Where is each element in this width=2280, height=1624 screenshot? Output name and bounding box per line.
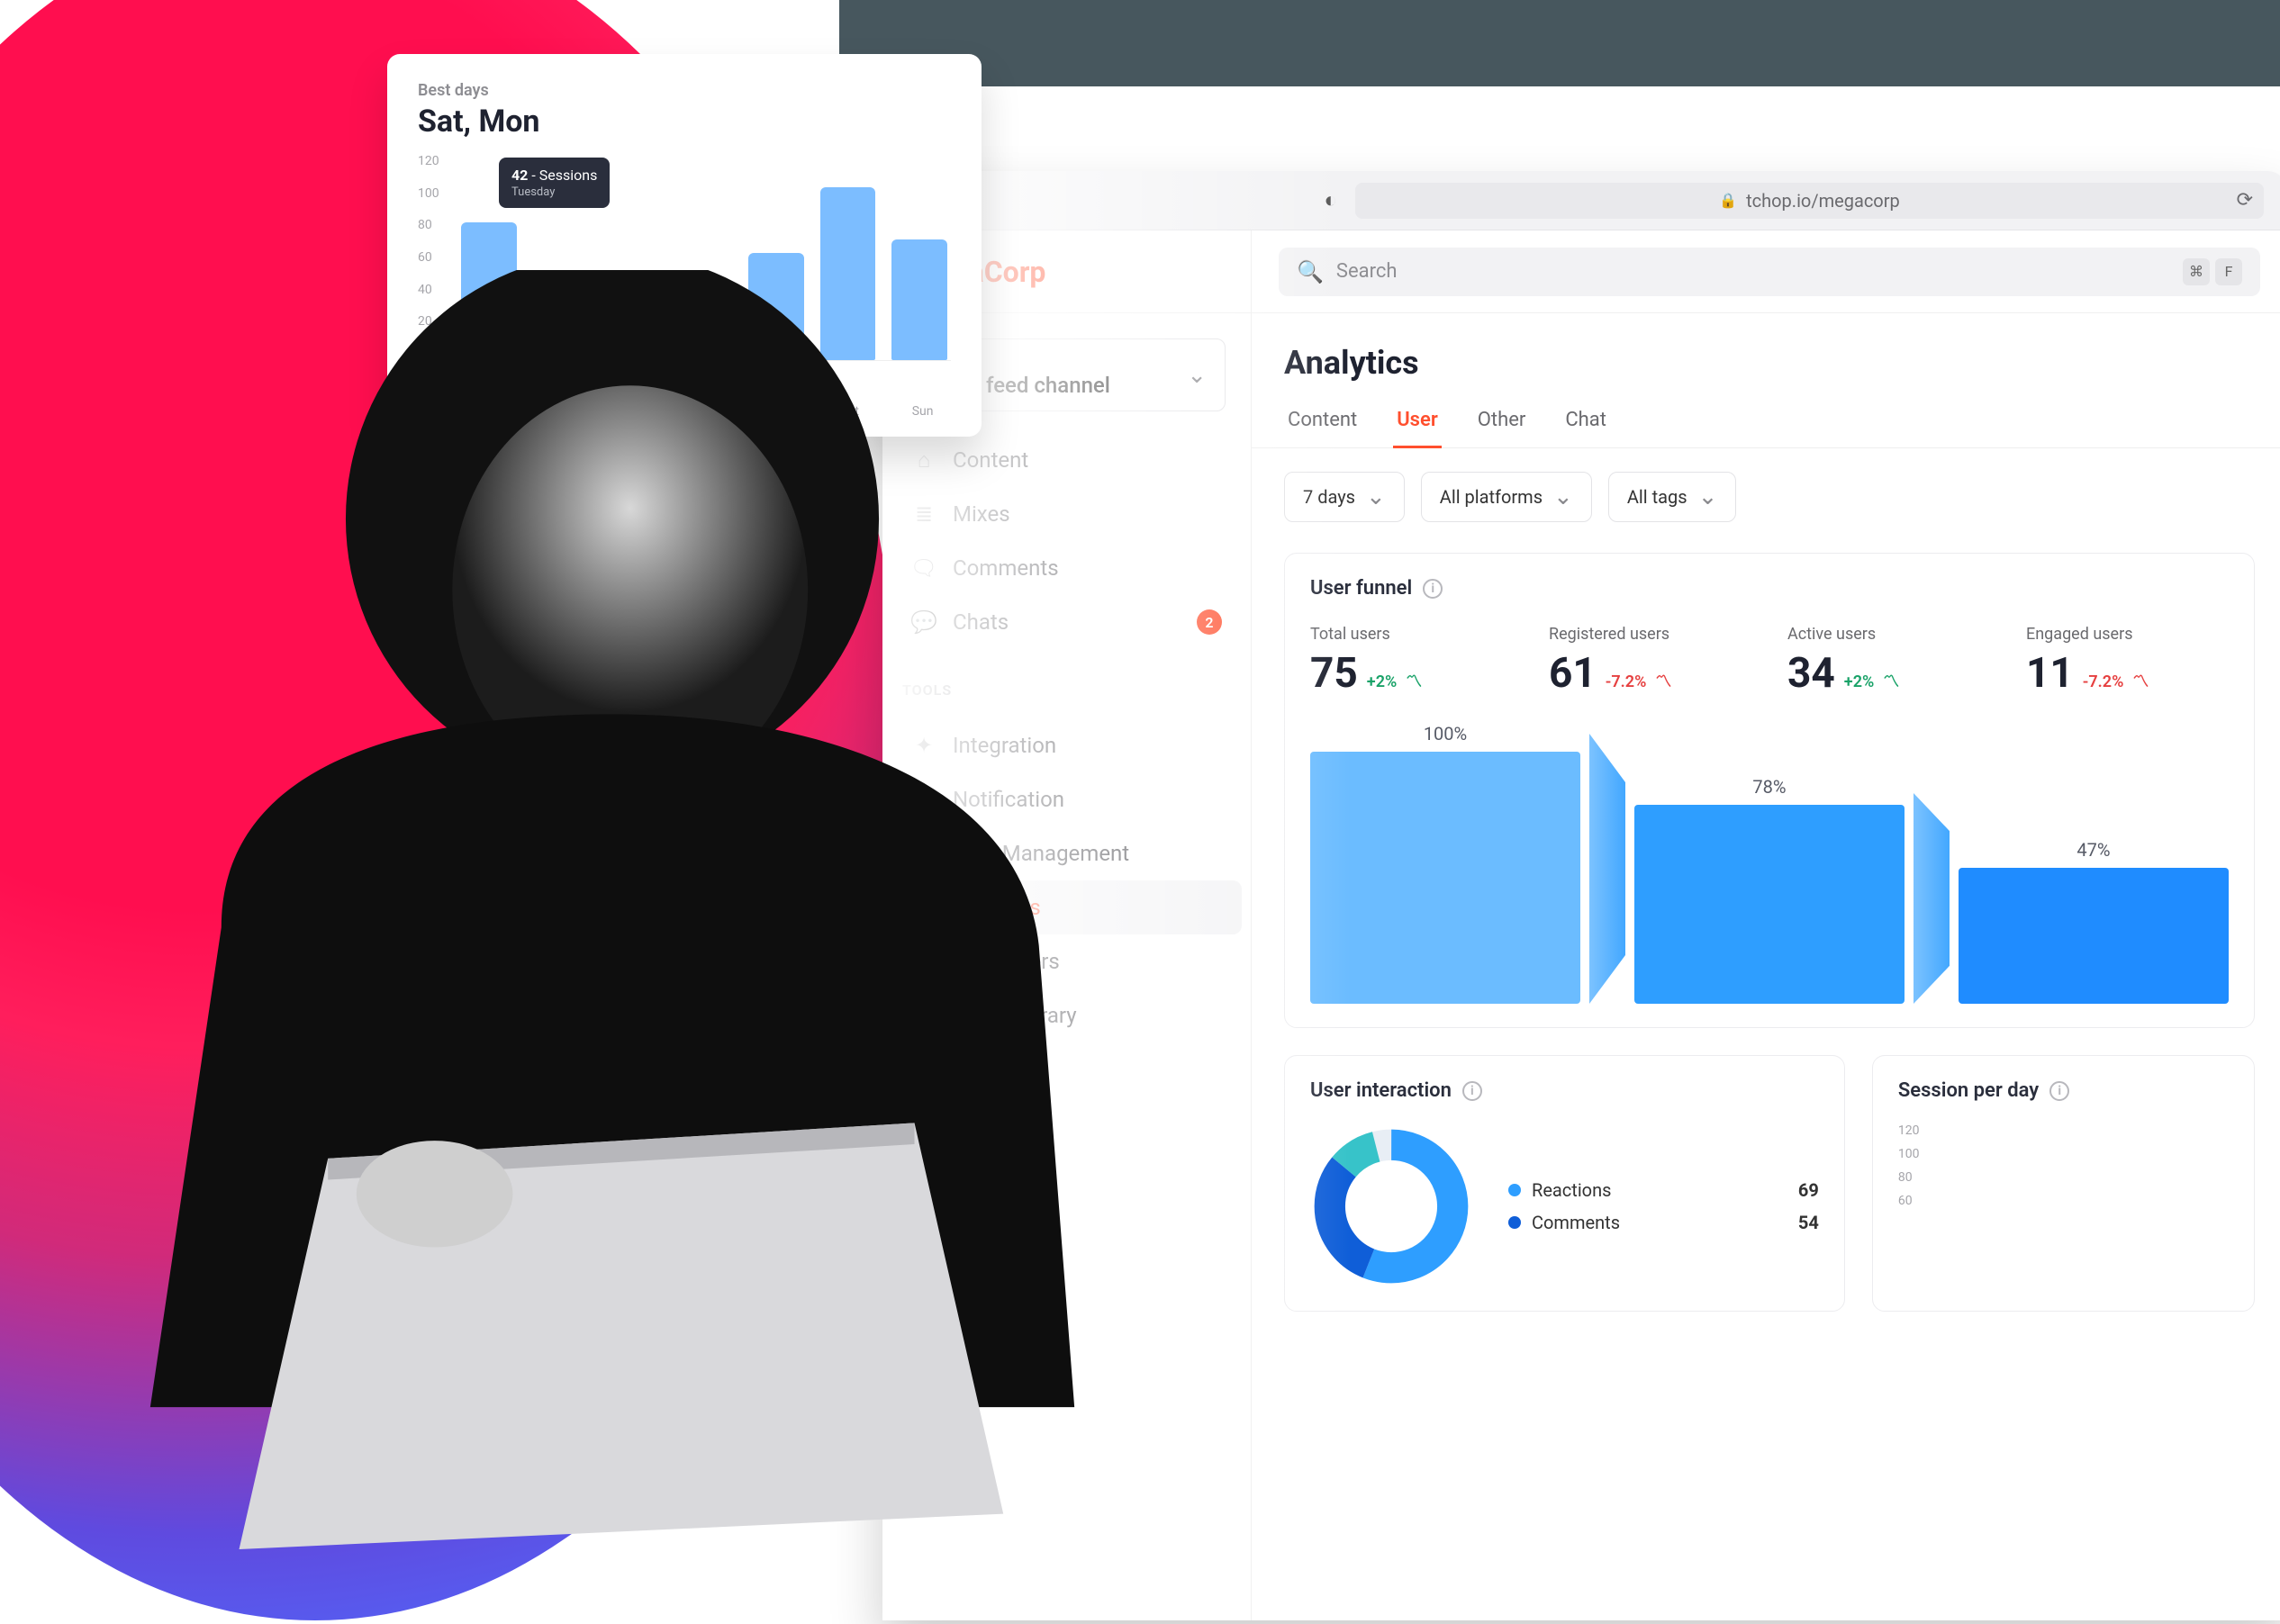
funnel-connector xyxy=(1589,734,1625,1004)
stat-label: Active users xyxy=(1787,625,1990,644)
axis-tick: 60 xyxy=(1898,1194,2229,1208)
legend-item: Comments 54 xyxy=(1508,1212,1819,1233)
refresh-icon[interactable]: ⟳ xyxy=(2237,189,2253,212)
stat-label: Engaged users xyxy=(2026,625,2229,644)
chevron-down-icon: ⌄ xyxy=(1366,483,1386,510)
funnel-stat: Total users 75 +2% 〽︎ xyxy=(1310,625,1513,698)
stat-value: 75 xyxy=(1310,649,1358,698)
card-title: Session per day xyxy=(1898,1079,2039,1102)
url-bar[interactable]: 🔒 tchop.io/megacorp ⟳ xyxy=(1355,183,2264,219)
search-icon: 🔍 xyxy=(1297,259,1324,284)
stat-trend: +2% xyxy=(1844,672,1874,691)
shield-icon: ◐ xyxy=(1324,187,1337,213)
funnel-block: 78% xyxy=(1634,716,1905,1004)
chevron-down-icon: ⌄ xyxy=(1553,483,1573,510)
tab-chat[interactable]: Chat xyxy=(1561,400,1610,447)
donut-chart xyxy=(1310,1125,1472,1287)
page-title: Analytics xyxy=(1252,313,2280,391)
stat-label: Total users xyxy=(1310,625,1513,644)
kbd-hint: ⌘F xyxy=(2183,258,2242,285)
info-icon[interactable]: i xyxy=(2049,1081,2069,1101)
stat-value: 61 xyxy=(1549,649,1597,698)
best-days-value: Sat, Mon xyxy=(418,104,951,140)
axis-tick: 80 xyxy=(1898,1170,2229,1185)
browser-toolbar: ‹ › ◐ 🔒 tchop.io/megacorp ⟳ xyxy=(882,171,2280,230)
tab-user[interactable]: User xyxy=(1393,400,1442,447)
chevron-down-icon: ⌄ xyxy=(1187,362,1207,389)
legend-value: 54 xyxy=(1798,1212,1819,1233)
trend-up-icon: 〽︎ xyxy=(1883,669,1899,692)
funnel-stat: Engaged users 11 -7.2% 〽︎ xyxy=(2026,625,2229,698)
stat-trend: -7.2% xyxy=(1606,672,1647,691)
legend-label: Reactions xyxy=(1532,1179,1611,1201)
lock-icon: 🔒 xyxy=(1719,192,1737,209)
funnel-stat: Active users 34 +2% 〽︎ xyxy=(1787,625,1990,698)
chevron-down-icon: ⌄ xyxy=(1698,483,1718,510)
stat-label: Registered users xyxy=(1549,625,1751,644)
url-text: tchop.io/megacorp xyxy=(1746,190,1900,212)
filter-tags[interactable]: All tags⌄ xyxy=(1608,472,1737,522)
user-funnel-card: User funnel i Total users 75 +2% 〽︎ Regi… xyxy=(1284,553,2255,1028)
axis-tick: 100 xyxy=(418,186,457,201)
session-per-day-card: Session per day i 120 100 80 60 xyxy=(1872,1055,2255,1312)
legend-value: 69 xyxy=(1798,1179,1819,1201)
legend-label: Comments xyxy=(1532,1212,1620,1233)
funnel-pct: 100% xyxy=(1424,723,1467,744)
filter-range[interactable]: 7 days⌄ xyxy=(1284,472,1405,522)
legend-item: Reactions 69 xyxy=(1508,1179,1819,1201)
stat-value: 34 xyxy=(1787,649,1835,698)
stat-value: 11 xyxy=(2026,649,2074,698)
funnel-block: 47% xyxy=(1959,716,2229,1004)
tab-content[interactable]: Content xyxy=(1284,400,1361,447)
info-icon[interactable]: i xyxy=(1423,579,1443,599)
tab-other[interactable]: Other xyxy=(1474,400,1530,447)
stat-trend: -7.2% xyxy=(2083,672,2124,691)
stat-trend: +2% xyxy=(1367,672,1397,691)
axis-tick: 80 xyxy=(418,218,457,232)
info-icon[interactable]: i xyxy=(1462,1081,1482,1101)
filter-platform[interactable]: All platforms⌄ xyxy=(1421,472,1592,522)
user-interaction-card: User interaction i Reactions 69 xyxy=(1284,1055,1845,1312)
trend-down-icon: 〽︎ xyxy=(1655,669,1671,692)
chart-tooltip: 42 - Sessions Tuesday xyxy=(499,158,610,208)
best-days-caption: Best days xyxy=(418,81,951,100)
legend-dot xyxy=(1508,1216,1521,1229)
card-title: User interaction xyxy=(1310,1079,1452,1102)
badge: 2 xyxy=(1197,609,1222,635)
funnel-pct: 47% xyxy=(2076,839,2110,861)
funnel-stat: Registered users 61 -7.2% 〽︎ xyxy=(1549,625,1751,698)
funnel-pct: 78% xyxy=(1752,776,1786,798)
legend-dot xyxy=(1508,1184,1521,1196)
trend-up-icon: 〽︎ xyxy=(1406,669,1422,692)
main-pane: 🔍 Search ⌘F Analytics Content User Other Ch… xyxy=(1252,230,2280,1620)
axis-tick: 60 xyxy=(418,250,457,265)
search-input[interactable]: 🔍 Search ⌘F xyxy=(1279,248,2260,296)
person-illustration xyxy=(72,270,1153,1620)
funnel-block: 100% xyxy=(1310,716,1580,1004)
axis-tick: 120 xyxy=(1898,1123,2229,1138)
funnel-connector xyxy=(1914,793,1950,1004)
trend-down-icon: 〽︎ xyxy=(2132,669,2149,692)
search-placeholder: Search xyxy=(1336,260,1398,283)
axis-tick: 120 xyxy=(418,154,457,168)
axis-tick: 100 xyxy=(1898,1147,2229,1161)
card-title: User funnel xyxy=(1310,577,1412,600)
